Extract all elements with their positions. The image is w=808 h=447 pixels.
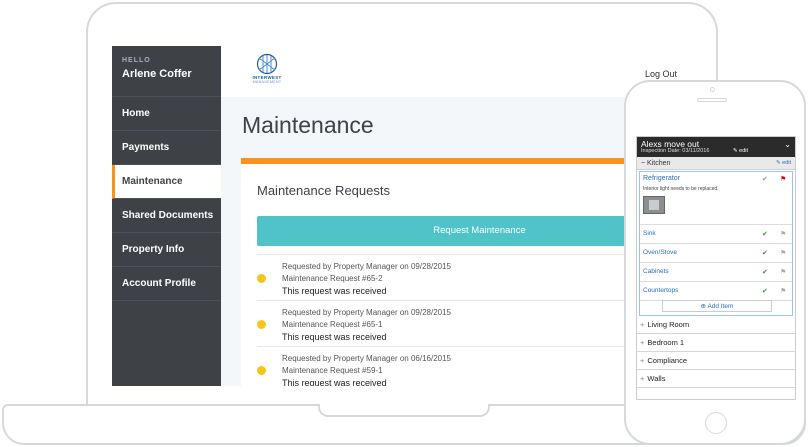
home-button-icon bbox=[705, 412, 727, 434]
section-label: Living Room bbox=[647, 320, 690, 329]
item-photo[interactable] bbox=[643, 196, 665, 214]
speaker-icon bbox=[697, 98, 727, 102]
camera-icon bbox=[710, 87, 715, 92]
flag-icon[interactable]: ⚑ bbox=[780, 268, 786, 276]
flag-icon[interactable]: ⚑ bbox=[780, 249, 786, 257]
greeting-label: HELLO bbox=[122, 57, 151, 64]
request-id: Maintenance Request #65-1 bbox=[282, 320, 383, 329]
sidebar-item-home[interactable]: Home bbox=[112, 97, 221, 131]
status-dot-icon bbox=[257, 366, 266, 375]
inspection-header[interactable]: Alexs move out Inspection Date: 03/11/20… bbox=[637, 137, 795, 157]
inspection-edit-link[interactable]: ✎ edit bbox=[733, 148, 748, 154]
sidebar-item-account-profile[interactable]: Account Profile bbox=[112, 267, 221, 301]
item-name[interactable]: Cabinets bbox=[643, 268, 669, 275]
logout-link[interactable]: Log Out bbox=[645, 69, 677, 79]
flag-icon[interactable]: ⚑ bbox=[780, 287, 786, 295]
plus-icon: + bbox=[640, 356, 645, 365]
request-status: This request was received bbox=[282, 286, 387, 296]
company-logo[interactable]: INTERWEST MANAGEMENT bbox=[245, 53, 289, 84]
request-requested-by: Requested by Property Manager on 09/28/2… bbox=[282, 262, 452, 271]
kitchen-item-refrigerator[interactable]: Refrigerator Interior light needs to be … bbox=[640, 172, 792, 225]
request-status: This request was received bbox=[282, 332, 387, 342]
panel-title: Maintenance Requests bbox=[257, 183, 390, 198]
inspection-date: Inspection Date: 03/11/2016 bbox=[641, 148, 710, 154]
phone-frame: Alexs move out Inspection Date: 03/11/20… bbox=[624, 80, 806, 445]
pencil-icon: ✎ bbox=[775, 160, 781, 166]
chevron-down-icon[interactable]: ⌄ bbox=[784, 140, 791, 149]
check-icon[interactable]: ✔ bbox=[762, 175, 768, 183]
check-icon[interactable]: ✔ bbox=[762, 249, 768, 257]
add-item-button[interactable]: ⊕ Add Item bbox=[662, 300, 772, 312]
request-requested-by: Requested by Property Manager on 06/16/2… bbox=[282, 354, 452, 363]
plus-circle-icon: ⊕ bbox=[700, 303, 706, 310]
section-walls[interactable]: + Walls bbox=[637, 370, 795, 388]
item-name[interactable]: Sink bbox=[643, 230, 656, 237]
status-dot-icon bbox=[257, 274, 266, 283]
inspection-edit-label: edit bbox=[739, 148, 749, 154]
kitchen-item-cabinets[interactable]: Cabinets ✔ ⚑ bbox=[640, 263, 792, 282]
flag-icon[interactable]: ⚑ bbox=[780, 175, 786, 183]
request-status: This request was received bbox=[282, 378, 387, 386]
sidebar-item-shared-documents[interactable]: Shared Documents bbox=[112, 199, 221, 233]
plus-icon: + bbox=[640, 320, 645, 329]
user-name: Arlene Coffer bbox=[122, 68, 192, 80]
laptop-screen: HELLO Arlene Coffer Home Payments Mainte… bbox=[112, 46, 702, 386]
request-id: Maintenance Request #59-1 bbox=[282, 366, 383, 375]
item-name[interactable]: Oven/Stove bbox=[643, 249, 677, 256]
kitchen-item-oven-stove[interactable]: Oven/Stove ✔ ⚑ bbox=[640, 244, 792, 263]
check-icon[interactable]: ✔ bbox=[762, 230, 768, 238]
kitchen-edit-link[interactable]: ✎ edit bbox=[776, 157, 791, 170]
kitchen-items: Refrigerator Interior light needs to be … bbox=[639, 171, 793, 316]
page-title: Maintenance bbox=[242, 112, 374, 138]
section-label: Bedroom 1 bbox=[647, 338, 685, 347]
sidebar-item-maintenance[interactable]: Maintenance bbox=[112, 165, 221, 199]
kitchen-item-sink[interactable]: Sink ✔ ⚑ bbox=[640, 225, 792, 244]
section-living-room[interactable]: + Living Room bbox=[637, 316, 795, 334]
laptop-notch bbox=[318, 404, 490, 417]
section-bedroom-1[interactable]: + Bedroom 1 bbox=[637, 334, 795, 352]
request-id: Maintenance Request #65-2 bbox=[282, 274, 383, 283]
status-dot-icon bbox=[257, 320, 266, 329]
plus-icon: + bbox=[640, 374, 645, 383]
check-icon[interactable]: ✔ bbox=[762, 268, 768, 276]
item-name[interactable]: Countertops bbox=[643, 287, 678, 294]
sidebar-item-payments[interactable]: Payments bbox=[112, 131, 221, 165]
kitchen-edit-label: edit bbox=[782, 160, 791, 166]
logo-icon bbox=[256, 53, 278, 75]
plus-icon: + bbox=[640, 338, 645, 347]
item-note: Interior light needs to be replaced. bbox=[643, 186, 719, 192]
pencil-icon: ✎ bbox=[733, 148, 738, 154]
add-item-label: Add Item bbox=[707, 303, 734, 310]
item-name[interactable]: Refrigerator bbox=[643, 175, 680, 182]
sidebar: HELLO Arlene Coffer Home Payments Mainte… bbox=[112, 46, 221, 386]
kitchen-label: Kitchen bbox=[647, 160, 671, 167]
phone-screen: Alexs move out Inspection Date: 03/11/20… bbox=[636, 136, 796, 400]
section-compliance[interactable]: + Compliance bbox=[637, 352, 795, 370]
kitchen-section-header[interactable]: − Kitchen ✎ edit bbox=[637, 157, 795, 170]
kitchen-item-countertops[interactable]: Countertops ✔ ⚑ bbox=[640, 282, 792, 301]
logo-subtext: MANAGEMENT bbox=[252, 80, 282, 84]
minus-icon: − bbox=[641, 160, 646, 167]
flag-icon[interactable]: ⚑ bbox=[780, 230, 786, 238]
section-label: Walls bbox=[647, 374, 666, 383]
section-label: Compliance bbox=[647, 356, 687, 365]
sidebar-item-property-info[interactable]: Property Info bbox=[112, 233, 221, 267]
user-greeting: HELLO Arlene Coffer bbox=[112, 46, 221, 97]
check-icon[interactable]: ✔ bbox=[762, 287, 768, 295]
request-requested-by: Requested by Property Manager on 09/28/2… bbox=[282, 308, 452, 317]
